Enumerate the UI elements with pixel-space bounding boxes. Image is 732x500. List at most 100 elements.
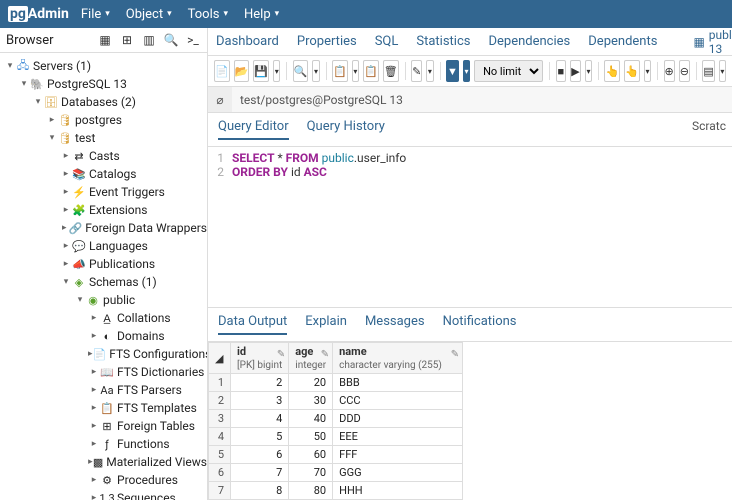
menu-file[interactable]: File xyxy=(81,7,110,22)
pencil-icon[interactable]: ✎ xyxy=(451,349,459,360)
tab-dependencies[interactable]: Dependencies xyxy=(488,34,570,49)
tree-publications[interactable]: ▸📣Publications xyxy=(0,255,207,273)
table-row[interactable]: 3440DDD xyxy=(209,410,463,428)
edit-button[interactable]: ✎ xyxy=(411,60,422,82)
cell-id[interactable]: 6 xyxy=(231,446,289,464)
cell-name[interactable]: FFF xyxy=(333,446,463,464)
tree-db-test[interactable]: ▾🛢test xyxy=(0,129,207,147)
cell-name[interactable]: GGG xyxy=(333,464,463,482)
cell-id[interactable]: 5 xyxy=(231,428,289,446)
commit-button[interactable]: ⊕ xyxy=(664,60,675,82)
tab-dependents[interactable]: Dependents xyxy=(588,34,657,49)
row-number[interactable]: 6 xyxy=(209,464,231,482)
sql-editor[interactable]: 1SELECT * FROM public.user_info 2ORDER B… xyxy=(208,147,732,307)
open-folder-button[interactable]: 📂 xyxy=(234,60,250,82)
scratch-pad-label[interactable]: Scratc xyxy=(692,119,726,133)
tab-messages[interactable]: Messages xyxy=(365,314,425,335)
tree-functions[interactable]: ▸ƒFunctions xyxy=(0,435,207,453)
cell-age[interactable]: 80 xyxy=(289,482,333,500)
rollback-button[interactable]: ⊖ xyxy=(679,60,690,82)
browser-tool-terminal-icon[interactable]: >_ xyxy=(185,32,201,48)
save-button[interactable]: 💾 xyxy=(253,60,269,82)
execute-dropdown[interactable]: ▾ xyxy=(585,60,592,82)
tree-collations[interactable]: ▸A̲Collations xyxy=(0,309,207,327)
tree-pg13[interactable]: ▾🐘PostgreSQL 13 xyxy=(0,75,207,93)
tab-query-tool[interactable]: ▦public.user_info/test/postgres@PostgreS… xyxy=(693,28,732,56)
tree-casts[interactable]: ▸⇄Casts xyxy=(0,147,207,165)
cell-id[interactable]: 2 xyxy=(231,374,289,392)
cell-id[interactable]: 8 xyxy=(231,482,289,500)
tab-query-history[interactable]: Query History xyxy=(307,119,385,140)
explain-dropdown[interactable]: ▾ xyxy=(644,60,651,82)
tree-db-postgres[interactable]: ▸🛢postgres xyxy=(0,111,207,129)
browser-tool-properties-icon[interactable]: ▦ xyxy=(97,32,113,48)
tree-foreign-tables[interactable]: ▸⊞Foreign Tables xyxy=(0,417,207,435)
find-dropdown[interactable]: ▾ xyxy=(312,60,319,82)
explain-analyze-button[interactable]: 👆 xyxy=(624,60,640,82)
cell-id[interactable]: 7 xyxy=(231,464,289,482)
tree-domains[interactable]: ▸◐Domains xyxy=(0,327,207,345)
tree-schemas[interactable]: ▾◈Schemas (1) xyxy=(0,273,207,291)
paste-button[interactable]: 📋 xyxy=(363,60,379,82)
tree-fts-templates[interactable]: ▸📋FTS Templates xyxy=(0,399,207,417)
cell-id[interactable]: 4 xyxy=(231,410,289,428)
cell-age[interactable]: 40 xyxy=(289,410,333,428)
tab-dashboard[interactable]: Dashboard xyxy=(216,34,279,49)
tab-query-editor[interactable]: Query Editor xyxy=(218,119,289,140)
menu-help[interactable]: Help xyxy=(244,7,279,22)
row-number[interactable]: 2 xyxy=(209,392,231,410)
tab-statistics[interactable]: Statistics xyxy=(416,34,470,49)
find-button[interactable]: 🔍 xyxy=(293,60,309,82)
tree-extensions[interactable]: ▸🧩Extensions xyxy=(0,201,207,219)
tab-properties[interactable]: Properties xyxy=(297,34,357,49)
tab-notifications[interactable]: Notifications xyxy=(443,314,517,335)
tree-catalogs[interactable]: ▸📚Catalogs xyxy=(0,165,207,183)
table-row[interactable]: 2330CCC xyxy=(209,392,463,410)
row-header-corner[interactable]: ◢ xyxy=(209,343,231,374)
tree-event-triggers[interactable]: ▸⚡Event Triggers xyxy=(0,183,207,201)
row-number[interactable]: 1 xyxy=(209,374,231,392)
tab-sql[interactable]: SQL xyxy=(375,34,399,49)
cell-name[interactable]: EEE xyxy=(333,428,463,446)
cell-name[interactable]: BBB xyxy=(333,374,463,392)
cell-age[interactable]: 30 xyxy=(289,392,333,410)
filter-dropdown[interactable]: ▾ xyxy=(463,60,470,82)
tree-fts-parsers[interactable]: ▸AaFTS Parsers xyxy=(0,381,207,399)
stop-button[interactable]: ■ xyxy=(556,60,567,82)
copy-dropdown[interactable]: ▾ xyxy=(352,60,359,82)
pencil-icon[interactable]: ✎ xyxy=(321,349,329,360)
tree-databases[interactable]: ▾🗄Databases (2) xyxy=(0,93,207,111)
table-row[interactable]: 6770GGG xyxy=(209,464,463,482)
table-row[interactable]: 4550EEE xyxy=(209,428,463,446)
save-dropdown[interactable]: ▾ xyxy=(273,60,280,82)
cell-age[interactable]: 20 xyxy=(289,374,333,392)
cell-name[interactable]: HHH xyxy=(333,482,463,500)
connection-text[interactable]: test/postgres@PostgreSQL 13 xyxy=(232,87,732,112)
result-grid[interactable]: ◢ id[PK] bigint✎ ageinteger✎ namecharact… xyxy=(208,342,732,500)
browser-tool-stats-icon[interactable]: ▥ xyxy=(141,32,157,48)
tree-mat-views[interactable]: ▸▩Materialized Views xyxy=(0,453,207,471)
macros-dropdown[interactable]: ▾ xyxy=(719,60,726,82)
cell-id[interactable]: 3 xyxy=(231,392,289,410)
tree-public[interactable]: ▾◉public xyxy=(0,291,207,309)
cell-age[interactable]: 70 xyxy=(289,464,333,482)
tree-fts-conf[interactable]: ▸📄FTS Configurations xyxy=(0,345,207,363)
pencil-icon[interactable]: ✎ xyxy=(277,349,285,360)
limit-select[interactable]: No limit xyxy=(474,60,543,82)
tab-explain[interactable]: Explain xyxy=(305,314,347,335)
filter-button[interactable]: ▼ xyxy=(446,60,459,82)
execute-button[interactable]: ▶ xyxy=(570,60,581,82)
tree-languages[interactable]: ▸💬Languages xyxy=(0,237,207,255)
table-row[interactable]: 7880HHH xyxy=(209,482,463,500)
edit-dropdown[interactable]: ▾ xyxy=(426,60,433,82)
copy-button[interactable]: 📋 xyxy=(332,60,348,82)
row-number[interactable]: 5 xyxy=(209,446,231,464)
col-header-id[interactable]: id[PK] bigint✎ xyxy=(231,343,289,374)
open-file-button[interactable]: 📄 xyxy=(214,60,230,82)
table-row[interactable]: 1220BBB xyxy=(209,374,463,392)
row-number[interactable]: 7 xyxy=(209,482,231,500)
row-number[interactable]: 4 xyxy=(209,428,231,446)
macros-button[interactable]: ▤ xyxy=(702,60,714,82)
explain-button[interactable]: 👆 xyxy=(604,60,620,82)
tree-fts-dict[interactable]: ▸📖FTS Dictionaries xyxy=(0,363,207,381)
